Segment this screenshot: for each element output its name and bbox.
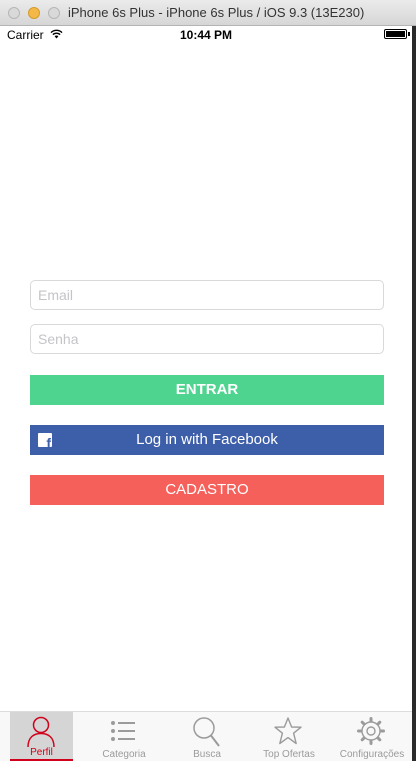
facebook-login-button[interactable]: f Log in with Facebook: [30, 425, 384, 455]
window-close-button[interactable]: [8, 7, 20, 19]
window-title: iPhone 6s Plus - iPhone 6s Plus / iOS 9.…: [68, 5, 365, 20]
tab-busca[interactable]: Busca: [166, 712, 248, 761]
window-minimize-button[interactable]: [28, 7, 40, 19]
tab-categoria[interactable]: Categoria: [83, 712, 165, 761]
window-zoom-button[interactable]: [48, 7, 60, 19]
person-icon: [27, 716, 55, 748]
star-icon: [274, 717, 302, 745]
tab-label-categoria: Categoria: [102, 749, 146, 760]
gear-icon: [357, 717, 385, 745]
status-time: 10:44 PM: [179, 28, 233, 42]
entrar-button[interactable]: ENTRAR: [30, 375, 384, 405]
status-bar: Carrier 10:44 PM: [0, 26, 412, 44]
senha-field[interactable]: [30, 324, 384, 354]
tab-label-configuracoes: Configurações: [339, 749, 405, 760]
list-icon: [111, 721, 135, 741]
search-icon: [193, 717, 220, 747]
cadastro-button[interactable]: CADASTRO: [30, 475, 384, 505]
tab-label-top-ofertas: Top Ofertas: [263, 749, 315, 760]
simulator-title-bar: iPhone 6s Plus - iPhone 6s Plus / iOS 9.…: [0, 0, 416, 26]
tab-bar: Perfil Categoria Busca Top Ofertas Confi…: [0, 711, 412, 761]
device-bezel-edge: [412, 26, 416, 761]
facebook-icon: f: [38, 433, 52, 447]
tab-configuracoes[interactable]: Configurações: [331, 712, 412, 761]
email-input[interactable]: [31, 281, 383, 309]
senha-input[interactable]: [31, 325, 383, 353]
device-screen: Carrier 10:44 PM ENTRAR f Log in with Fa…: [0, 26, 412, 761]
tab-label-perfil: Perfil: [30, 747, 53, 758]
facebook-login-label: Log in with Facebook: [136, 431, 278, 448]
email-field[interactable]: [30, 280, 384, 310]
tab-perfil[interactable]: Perfil: [10, 712, 73, 761]
battery-tip: [408, 32, 410, 36]
tab-label-busca: Busca: [193, 749, 221, 760]
tab-top-ofertas[interactable]: Top Ofertas: [248, 712, 330, 761]
battery-full-icon: [384, 29, 407, 39]
